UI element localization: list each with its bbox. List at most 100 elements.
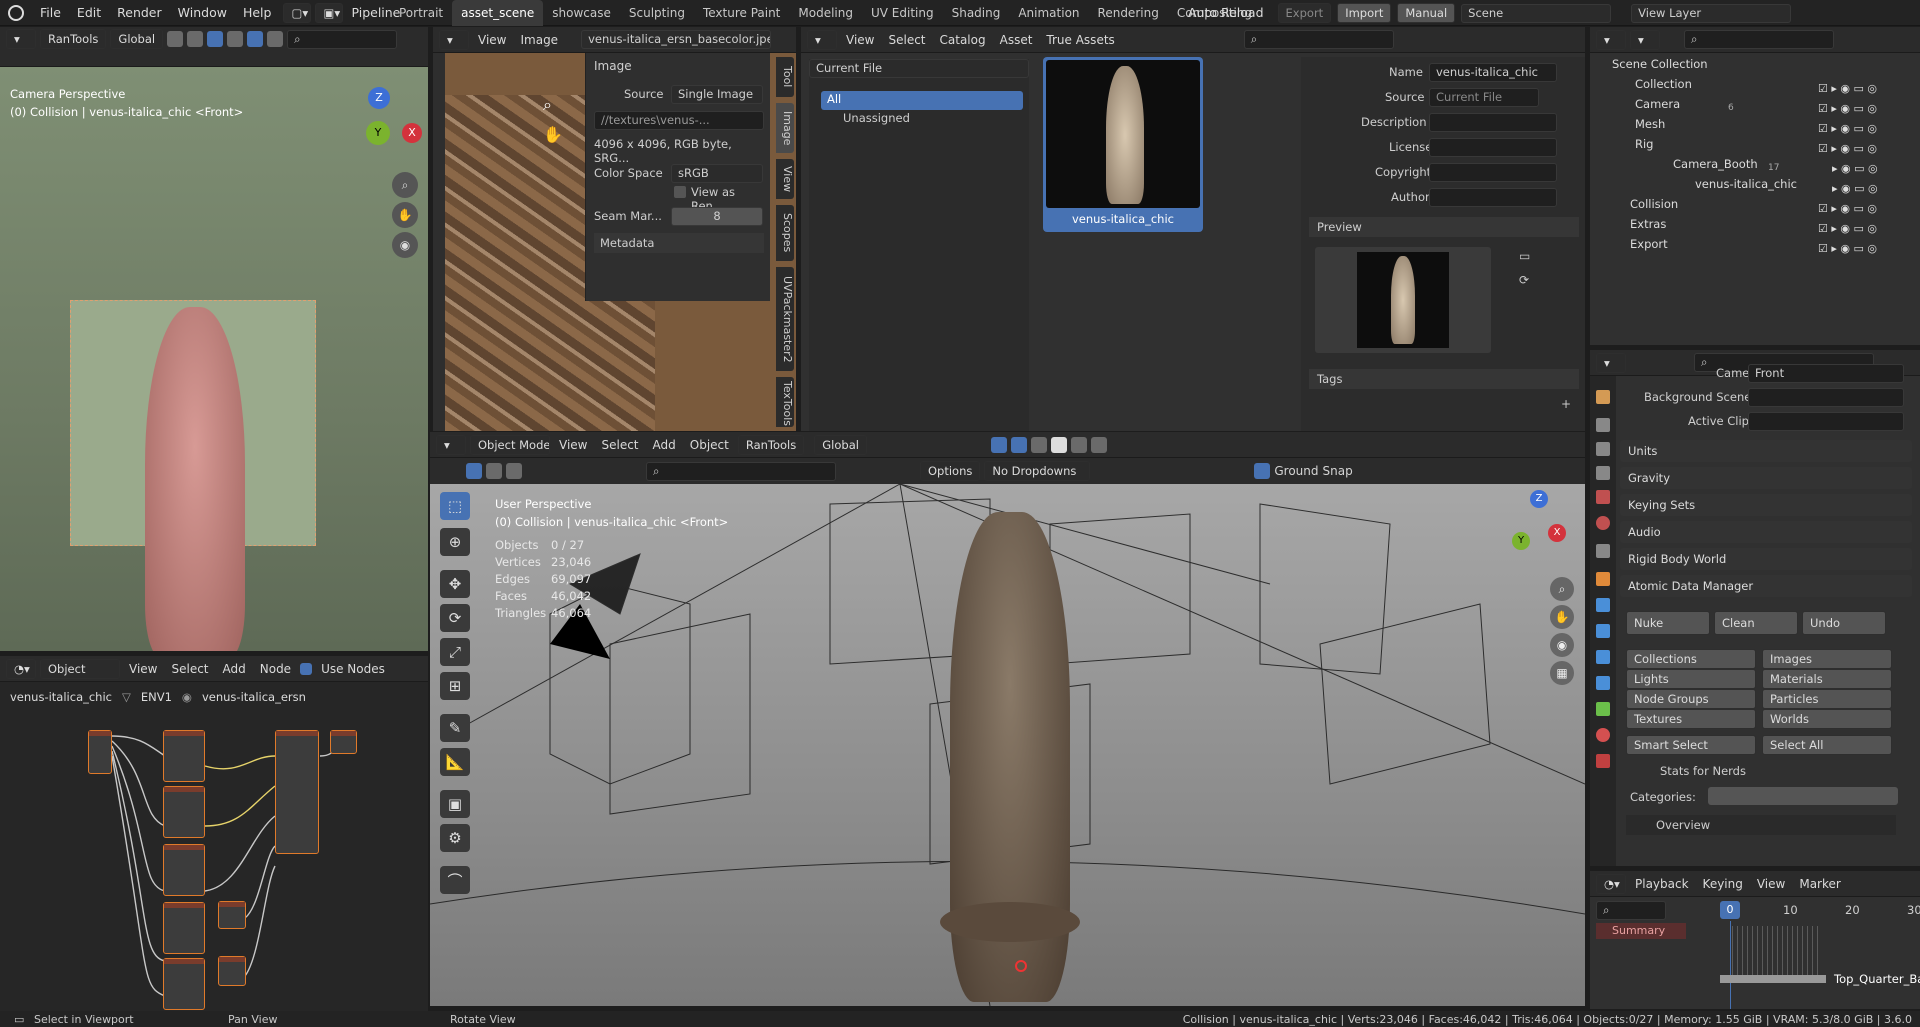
timeline-menu-playback[interactable]: Playback <box>1630 877 1694 891</box>
menu-window[interactable]: Window <box>170 0 235 26</box>
category-icon-row[interactable] <box>1708 787 1898 805</box>
menu-edit[interactable]: Edit <box>69 0 109 26</box>
menu-render[interactable]: Render <box>109 0 170 26</box>
snap-icon[interactable] <box>167 31 184 47</box>
template-dropdown-2[interactable]: ▣▾ <box>315 3 344 23</box>
world-tab-icon[interactable] <box>1596 516 1610 530</box>
tab-animation[interactable]: Animation <box>1009 0 1088 26</box>
add-cube-tool-icon[interactable]: ▣ <box>440 790 470 818</box>
materials-button[interactable]: Materials <box>1762 669 1892 689</box>
menu-file[interactable]: File <box>32 0 69 26</box>
outliner-scene-collection[interactable]: Scene Collection <box>1612 57 1708 71</box>
tab-uv-editing[interactable]: UV Editing <box>862 0 943 26</box>
particles-button[interactable]: Particles <box>1762 689 1892 709</box>
current-frame-indicator[interactable]: 0 <box>1720 901 1740 919</box>
outliner-item-mesh[interactable]: Mesh <box>1635 117 1665 131</box>
3d-viewport[interactable]: ▾ Object Mode View Select Add Object Ran… <box>430 432 1585 1006</box>
asset-copyright-field[interactable] <box>1429 163 1557 182</box>
asset-name-field[interactable]: venus-italica_chic <box>1429 63 1557 82</box>
vtab-view[interactable]: View <box>776 159 794 199</box>
select-all-button[interactable]: Select All <box>1762 735 1892 755</box>
xray-toggle-icon[interactable] <box>1010 436 1027 453</box>
camera-field[interactable]: Front <box>1748 364 1904 383</box>
camera-view-icon[interactable]: ◉ <box>392 232 418 258</box>
keying-sets-panel-header[interactable]: Keying Sets <box>1620 494 1912 516</box>
search-input[interactable]: ⌕ <box>287 29 398 49</box>
image-datablock-selector[interactable]: venus-italica_ersn_basecolor.jpeg <box>581 30 772 49</box>
tab-rendering[interactable]: Rendering <box>1089 0 1168 26</box>
overlay-toggle-icon[interactable] <box>990 436 1007 453</box>
blender-logo-icon[interactable] <box>8 5 24 21</box>
filter-icon[interactable] <box>1254 463 1271 479</box>
wireframe-shading-icon[interactable] <box>1030 436 1047 453</box>
zoom-icon[interactable]: ⌕ <box>392 172 418 198</box>
editor-type-dropdown-5[interactable]: ▾ <box>1596 29 1626 50</box>
asset-menu-view[interactable]: View <box>841 33 879 47</box>
outliner-item-camera[interactable]: Camera <box>1635 97 1680 111</box>
preview-panel-header[interactable]: Preview <box>1309 217 1579 237</box>
move-tool-icon[interactable]: ✥ <box>440 570 470 598</box>
playhead[interactable] <box>1730 921 1731 1009</box>
gizmo-x-icon[interactable]: X <box>1548 524 1566 542</box>
mode-dropdown[interactable]: Object Mode <box>470 434 550 455</box>
scene-selector[interactable]: Scene <box>1461 3 1612 23</box>
bg-scene-field[interactable] <box>1748 388 1904 407</box>
manual-button[interactable]: Manual <box>1397 3 1456 23</box>
orientation-dropdown[interactable]: Global <box>110 29 164 49</box>
textures-button[interactable]: Textures <box>1626 709 1756 729</box>
node-image-texture-5[interactable] <box>163 958 205 1010</box>
auto-reload-label[interactable]: Auto Reload <box>1180 0 1272 26</box>
gizmo-y-icon[interactable]: Y <box>1512 532 1530 550</box>
catalog-unassigned[interactable]: Unassigned <box>843 111 910 125</box>
select-subtract-icon[interactable] <box>506 463 522 479</box>
collection-tab-icon[interactable] <box>1596 544 1610 558</box>
image-menu-view[interactable]: View <box>473 33 511 47</box>
node-image-texture-3[interactable] <box>163 844 205 896</box>
zoom-icon-3[interactable]: ⌕ <box>1550 577 1574 601</box>
select-tool-icon[interactable]: ⬚ <box>440 492 470 520</box>
properties-editor[interactable]: ▾ ⌕ Camera Front Background Scene Active… <box>1590 350 1920 866</box>
proportional-icon[interactable] <box>187 31 204 47</box>
folder-icon[interactable]: ▭ <box>1519 249 1530 263</box>
node-material-output[interactable] <box>330 730 357 754</box>
outliner-item-collision[interactable]: Collision <box>1630 197 1678 211</box>
camera-viewport[interactable]: ▾ RanTools Global ⌕ Camera Perspective (… <box>0 27 428 651</box>
transform-tool-icon[interactable]: ⊞ <box>440 672 470 700</box>
outliner[interactable]: ▾ ▾ ⌕ Scene Collection Collection Camera… <box>1590 27 1920 345</box>
vtab-textools[interactable]: TexTools <box>776 377 794 427</box>
rantools-dropdown[interactable]: RanTools <box>40 29 107 49</box>
outliner-item-extras[interactable]: Extras <box>1630 217 1666 231</box>
asset-menu-asset[interactable]: Asset <box>995 33 1038 47</box>
gizmo-y-axis-icon[interactable]: Y <box>366 121 390 145</box>
editor-type-dropdown-3[interactable]: ▾ <box>439 29 469 50</box>
catalog-all[interactable]: All <box>821 91 1023 110</box>
lights-button[interactable]: Lights <box>1626 669 1756 689</box>
pan-icon[interactable]: ✋ <box>392 202 418 228</box>
node-image-texture-2[interactable] <box>163 786 205 838</box>
material-tab-icon[interactable] <box>1596 728 1610 742</box>
tab-modeling[interactable]: Modeling <box>789 0 862 26</box>
asset-tile[interactable]: venus-italica_chic <box>1043 57 1203 232</box>
camera-icon[interactable]: ◉ <box>1550 633 1574 657</box>
output-tab-icon[interactable] <box>1596 442 1610 456</box>
vtab-scopes[interactable]: Scopes <box>776 205 794 261</box>
node-normal-map[interactable] <box>218 901 246 929</box>
asset-author-field[interactable] <box>1429 188 1557 207</box>
summary-channel[interactable]: Summary <box>1596 923 1686 939</box>
timeline-menu-marker[interactable]: Marker <box>1794 877 1845 891</box>
image-path-field[interactable]: //textures\venus-... <box>594 111 764 130</box>
scene-tab-icon[interactable] <box>1596 490 1610 504</box>
rantools-dropdown-2[interactable]: RanTools <box>737 434 805 455</box>
rendered-shading-icon[interactable] <box>1090 436 1107 453</box>
ortho-toggle-icon[interactable]: ▦ <box>1550 661 1574 685</box>
annotate-tool-icon[interactable]: ✎ <box>440 714 470 742</box>
cursor-tool-icon[interactable]: ⊕ <box>440 528 470 556</box>
scale-tool-icon[interactable]: ⤢ <box>440 638 470 666</box>
metadata-panel-header[interactable]: Metadata <box>594 233 764 253</box>
orientation-dropdown-2[interactable]: Global <box>814 434 867 455</box>
export-button[interactable]: Export <box>1277 3 1332 23</box>
timeline-menu-keying[interactable]: Keying <box>1698 877 1748 891</box>
outliner-visibility-columns[interactable]: ☑ ▸ ◉ ▭ ◎ ☑ ▸ ◉ ▭ ◎ ☑ ▸ ◉ ▭ ◎ ☑ ▸ ◉ ▭ ◎ ▸ ◉… <box>1818 79 1918 259</box>
node-texcoord[interactable] <box>88 730 112 774</box>
editor-type-dropdown-4[interactable]: ▾ <box>807 29 837 50</box>
